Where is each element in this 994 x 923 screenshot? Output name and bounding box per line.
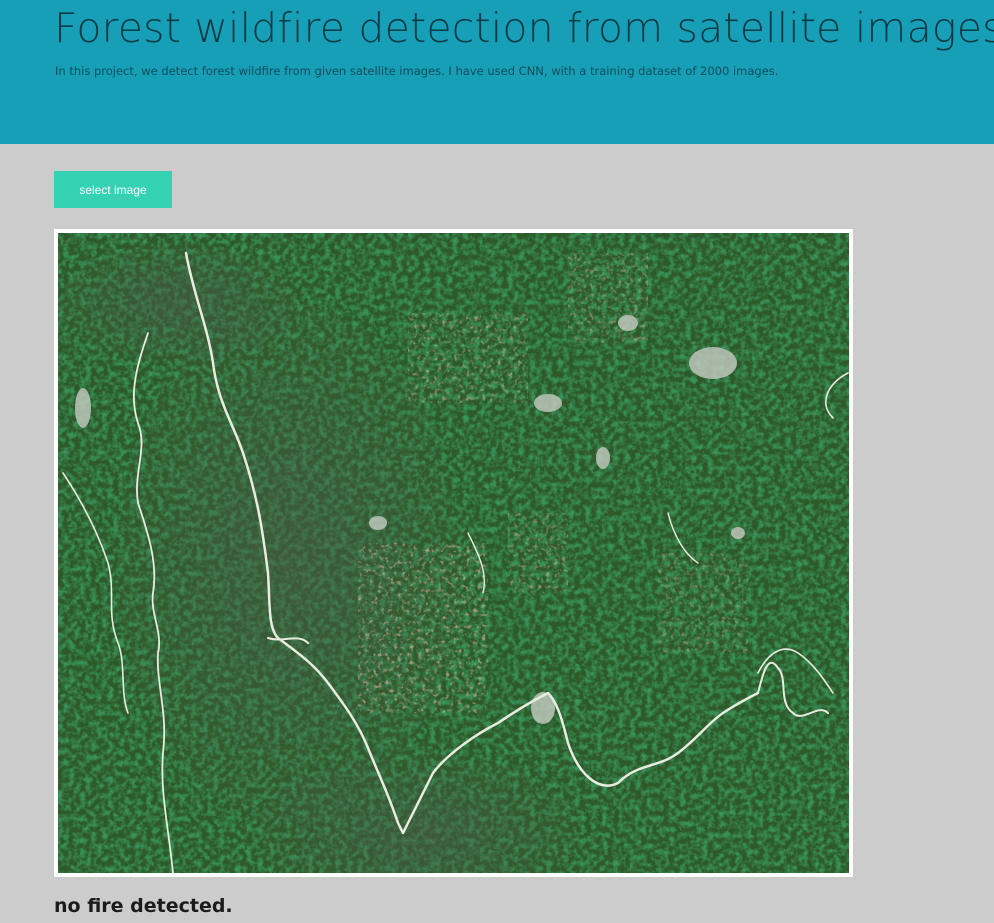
detection-result: no fire detected. — [54, 895, 233, 917]
satellite-image — [58, 233, 849, 873]
satellite-image-frame — [54, 229, 853, 877]
select-image-button[interactable]: select image — [54, 171, 172, 208]
page-description: In this project, we detect forest wildfi… — [55, 64, 779, 78]
page-title: Forest wildfire detection from satellite… — [54, 4, 994, 52]
page-header: Forest wildfire detection from satellite… — [0, 0, 994, 144]
